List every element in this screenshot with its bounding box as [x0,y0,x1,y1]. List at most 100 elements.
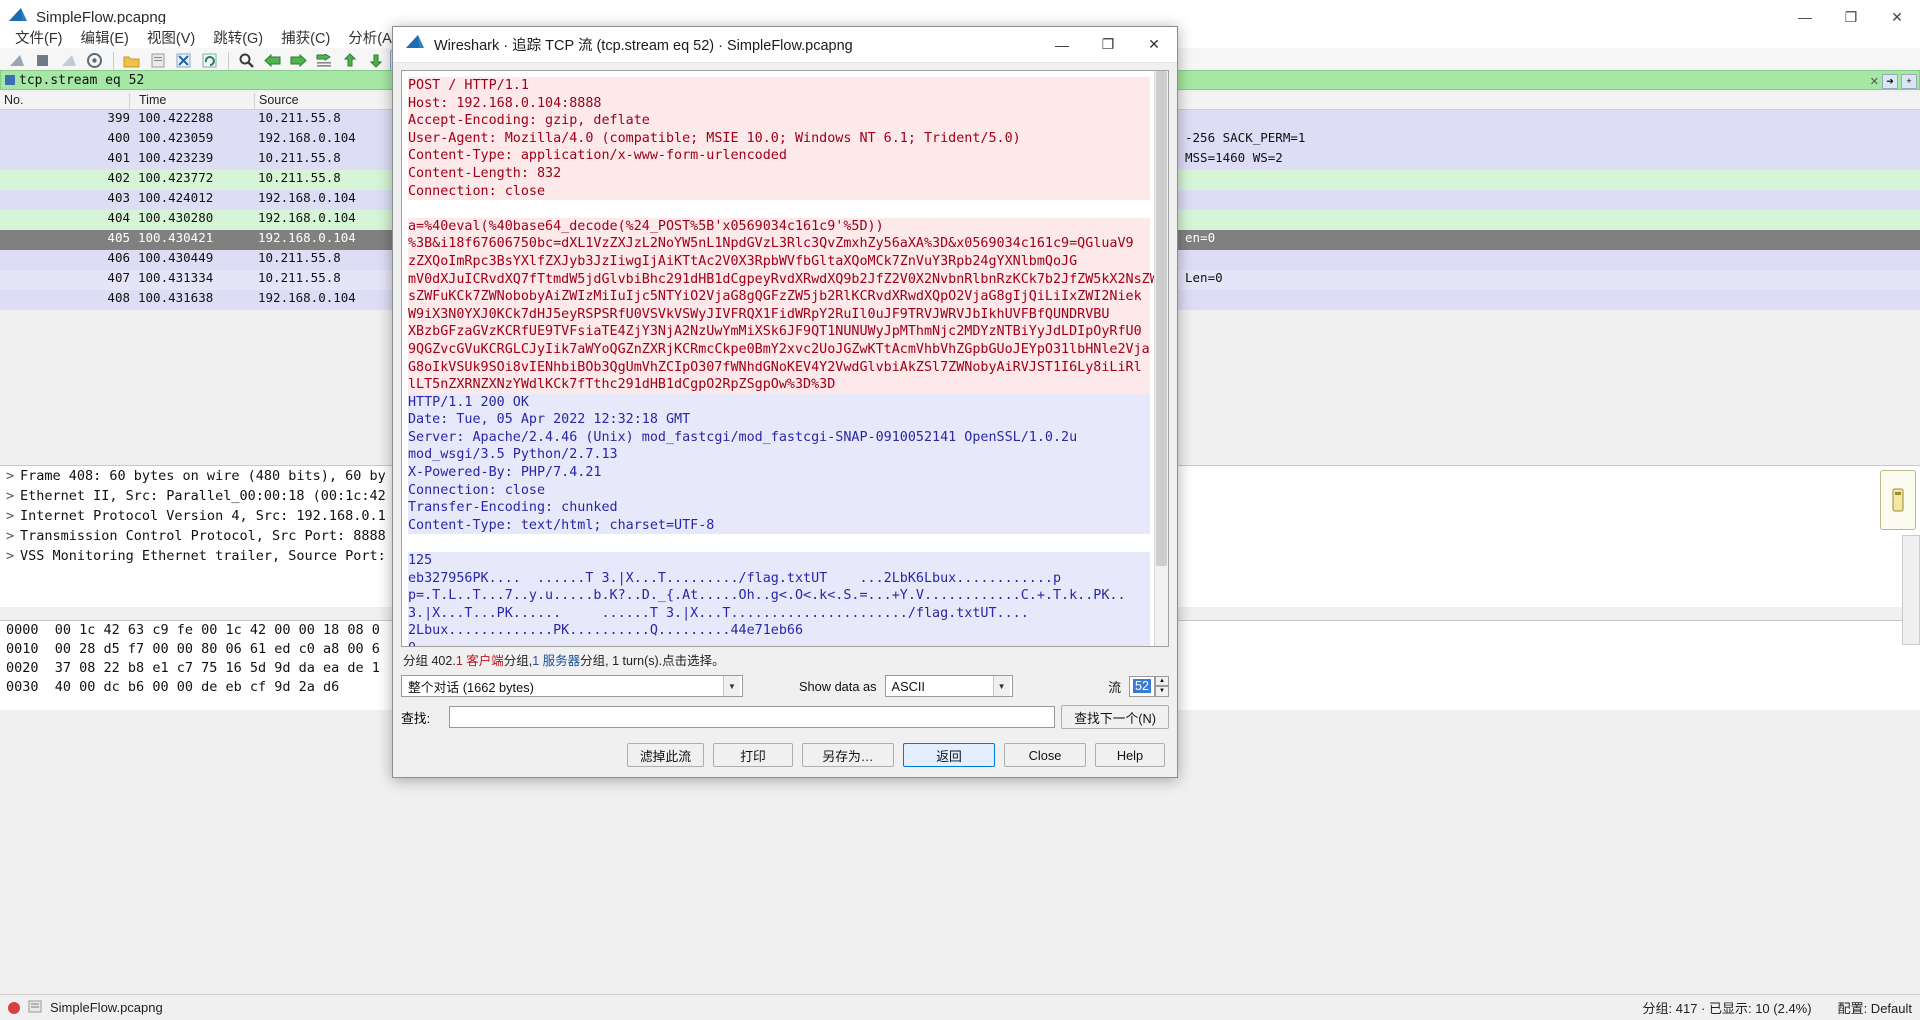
spinner-down-icon[interactable]: ▼ [1155,686,1169,697]
go-to-first-icon[interactable] [338,50,363,72]
packet-no: 407 [0,270,130,285]
packet-time: 100.430280 [138,210,248,225]
info-server-count: 1 服务器 [532,650,580,669]
right-scroll-strip[interactable] [1902,535,1920,645]
packet-no: 403 [0,190,130,205]
chevron-right-icon[interactable]: > [6,486,20,506]
help-button[interactable]: Help [1095,743,1165,767]
stream-line: X-Powered-By: PHP/7.4.21 [408,464,1150,482]
print-label: 打印 [740,746,766,765]
stream-line: %3B&i18f67606750bc=dXL1VzZXJzL2NoYW5nL1N… [408,235,1150,253]
dialog-minimize-button[interactable]: — [1039,27,1085,63]
detail-text: Frame 408: 60 bytes on wire (480 bits), … [20,468,386,484]
chevron-down-icon[interactable]: ▼ [723,676,740,696]
stream-line: eb327956PK.... ......T 3.|X...T.........… [408,570,1150,588]
statusbar-profile[interactable]: 配置: Default [1838,998,1912,1017]
dialog-find-row: 查找: 查找下一个(N) [401,701,1169,733]
stream-text[interactable]: POST / HTTP/1.1Host: 192.168.0.104:8888A… [402,71,1154,646]
stream-number-spinner[interactable]: 52 ▲ ▼ [1129,676,1169,697]
reload-file-icon[interactable] [197,50,222,72]
menu-item-edit[interactable]: 编辑(E) [72,25,138,50]
find-next-button[interactable]: 查找下一个(N) [1061,705,1169,729]
save-as-button[interactable]: 另存为… [802,743,894,767]
stream-spinner-arrows[interactable]: ▲ ▼ [1155,676,1169,697]
chevron-right-icon[interactable]: > [6,526,20,546]
packet-source: 10.211.55.8 [258,250,341,265]
apply-filter-icon[interactable]: ➜ [1882,74,1898,89]
find-input[interactable] [449,706,1055,728]
capture-file-icon [28,1000,42,1016]
menu-item-capture[interactable]: 捕获(C) [272,25,339,50]
packet-no: 401 [0,150,130,165]
main-window-title: SimpleFlow.pcapng [36,9,166,26]
back-button[interactable]: 返回 [903,743,995,767]
sidebar-widget-icon[interactable] [1880,470,1916,530]
dialog-maximize-button[interactable]: ❐ [1085,27,1131,63]
stream-content-view[interactable]: POST / HTTP/1.1Host: 192.168.0.104:8888A… [401,70,1169,647]
bookmark-icon[interactable] [5,75,15,85]
chevron-right-icon[interactable]: > [6,546,20,566]
stream-scrollbar-thumb[interactable] [1156,71,1167,566]
go-forward-icon[interactable] [286,50,311,72]
packet-time: 100.431334 [138,270,248,285]
print-button[interactable]: 打印 [713,743,793,767]
chevron-right-icon[interactable]: > [6,466,20,486]
stream-line: 125 [408,552,1150,570]
find-packet-icon[interactable] [234,50,259,72]
display-filter-input[interactable]: tcp.stream eq 52 [19,73,144,88]
expand-filter-icon[interactable]: + [1901,74,1917,89]
column-header-time[interactable]: Time [135,93,255,107]
stream-line: 2Lbux.............PK..........Q.........… [408,622,1150,640]
spinner-up-icon[interactable]: ▲ [1155,676,1169,687]
stream-line: Connection: close [408,183,1150,201]
save-as-label: 另存为… [822,746,873,765]
menu-item-go[interactable]: 跳转(G) [204,25,272,50]
packet-time: 100.430421 [138,230,248,245]
dialog-close-button[interactable]: ✕ [1131,27,1177,63]
stream-line: W9iX3N0YXJ0KCk7dHJ5eyRSPSRfU0VSVkVSWyJIV… [408,306,1150,324]
chevron-right-icon[interactable]: > [6,506,20,526]
menu-item-view[interactable]: 视图(V) [138,25,204,50]
packet-source: 192.168.0.104 [258,130,356,145]
stream-line: Server: Apache/2.4.46 (Unix) mod_fastcgi… [408,429,1150,447]
dialog-close-action-button[interactable]: Close [1004,743,1086,767]
stream-line: mod_wsgi/3.5 Python/2.7.13 [408,446,1150,464]
save-file-icon[interactable] [145,50,170,72]
chevron-down-icon[interactable]: ▼ [993,676,1010,696]
packet-time: 100.423059 [138,130,248,145]
menu-item-file[interactable]: 文件(F) [6,25,72,50]
capture-options-icon[interactable] [82,50,107,72]
hex-bytes: 40 00 dc b6 00 00 de eb cf 9d 2a d6 [55,679,339,695]
stream-info-line: 分组 402. 1 客户端 分组, 1 服务器 分组, 1 turn(s). 点… [401,647,1169,671]
restart-capture-icon[interactable] [56,50,81,72]
start-capture-icon[interactable] [4,50,29,72]
filter-out-stream-button[interactable]: 滤掉此流 [627,743,704,767]
info-mid1: 分组, [504,650,532,669]
packet-source: 192.168.0.104 [258,230,356,245]
stream-number-input[interactable]: 52 [1129,676,1155,697]
hex-bytes: 00 28 d5 f7 00 00 80 06 61 ed c0 a8 00 6 [55,641,380,657]
filter-out-label: 滤掉此流 [640,746,691,765]
stream-line: Content-Type: application/x-www-form-url… [408,147,1150,165]
close-file-icon[interactable] [171,50,196,72]
packet-no: 402 [0,170,130,185]
open-file-icon[interactable] [119,50,144,72]
statusbar-left: SimpleFlow.pcapng [0,1000,163,1016]
conversation-select[interactable]: 整个对话 (1662 bytes) ▼ [401,675,743,697]
packet-source: 192.168.0.104 [258,190,356,205]
stream-line: 9QGZvcGVuKCRGLCJyIik7aWYoQGZnZXRjKCRmcCk… [408,341,1150,359]
go-to-packet-icon[interactable] [312,50,337,72]
go-to-last-icon[interactable] [364,50,389,72]
dialog-title: Wireshark · 追踪 TCP 流 (tcp.stream eq 52) … [434,34,853,55]
expert-info-icon[interactable] [8,1002,20,1014]
main-statusbar: SimpleFlow.pcapng 分组: 417 · 已显示: 10 (2.4… [0,994,1920,1020]
clear-filter-icon[interactable]: ✕ [1870,75,1879,88]
packet-time: 100.422288 [138,110,248,125]
stream-line: sZWFuKCk7ZWNobobyAiZWIzMiIuIjc5NTYiO2Vja… [408,288,1150,306]
show-data-as-select[interactable]: ASCII ▼ [885,675,1013,697]
stream-scrollbar[interactable] [1154,71,1168,646]
stop-capture-icon[interactable] [30,50,55,72]
stream-line: p=.T.L..T...7..y.u.....b.K?..D._{.At....… [408,587,1150,605]
go-back-icon[interactable] [260,50,285,72]
column-header-no[interactable]: No. [0,93,130,107]
